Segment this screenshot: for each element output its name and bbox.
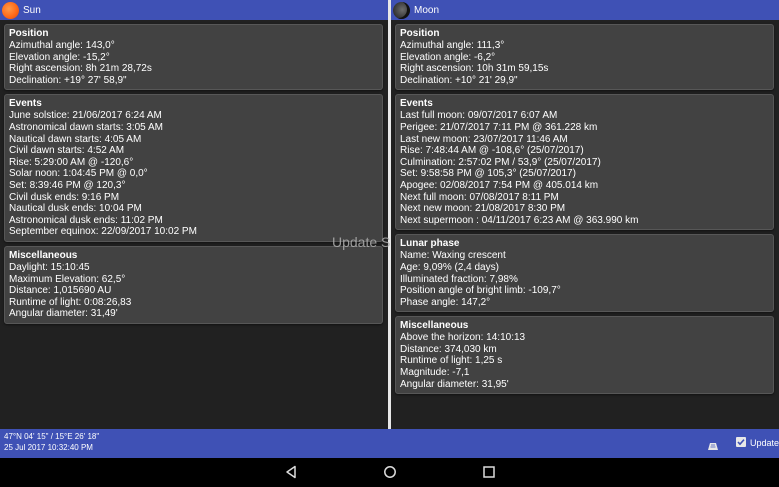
card-title: Events: [400, 98, 433, 110]
info-row: Nautical dawn starts: 4:05 AM: [9, 133, 142, 145]
moon-misc-card: Miscellaneous Above the horizon: 14:10:1…: [395, 316, 774, 395]
info-row: Azimuthal angle: 111,3°: [400, 40, 505, 51]
home-icon[interactable]: [383, 465, 397, 484]
info-row: Position angle of bright limb: -109,7°: [400, 285, 561, 297]
info-row: June solstice: 21/06/2017 6:24 AM: [9, 110, 162, 122]
info-row: Next new moon: 21/08/2017 8:30 PM: [400, 203, 566, 215]
moon-phase-card: Lunar phase Name: Waxing crescent Age: 9,…: [395, 234, 774, 313]
sun-misc-card: Miscellaneous Daylight: 15:10:45 Maximum …: [4, 245, 383, 324]
card-title: Miscellaneous: [9, 249, 78, 261]
info-row: Magnitude: -7,1: [400, 367, 470, 379]
info-row: Declination: +19° 27' 58,9": [9, 74, 127, 86]
info-row: Angular diameter: 31,95': [400, 378, 509, 390]
update-checkbox[interactable]: [736, 437, 746, 447]
info-row: Daylight: 15:10:45: [9, 261, 90, 273]
moon-position-card: Position Azimuthal angle: 111,3° Elevatio…: [395, 24, 774, 91]
info-row: Maximum Elevation: 62,5°: [9, 273, 126, 285]
location-icon[interactable]: [707, 438, 719, 456]
card-title: Position: [400, 28, 440, 39]
status-bar: 47°N 04' 15" / 15°E 26' 18" 25 Jul 2017 …: [0, 429, 779, 458]
sun-pane: Sun Position Azimuthal angle: 143,0° Elev…: [0, 0, 388, 429]
info-row: Above the horizon: 14:10:13: [400, 332, 526, 344]
info-row: Angular diameter: 31,49': [9, 308, 118, 320]
back-icon[interactable]: [284, 465, 298, 484]
card-title: Lunar phase: [400, 238, 460, 250]
info-row: Elevation angle: -6,2°: [400, 51, 496, 63]
sun-icon: [2, 1, 19, 19]
sun-events-card: Events June solstice: 21/06/2017 6:24 AM…: [4, 94, 383, 242]
info-row: Rise: 7:48:44 AM @ -108,6° (25/07/2017): [400, 145, 584, 157]
info-row: Runtime of light: 0:08:26,83: [9, 296, 132, 308]
info-row: Culmination: 2:57:02 PM / 53,9° (25/07/2…: [400, 156, 601, 168]
datetime-text: 25 Jul 2017 10:32:40 PM: [4, 443, 93, 452]
info-row: Next full moon: 07/08/2017 8:11 PM: [400, 191, 559, 203]
moon-title: Moon: [414, 4, 440, 16]
info-row: Last new moon: 23/07/2017 11:46 AM: [400, 133, 568, 145]
card-title: Position: [9, 28, 49, 39]
info-row: Right ascension: 8h 21m 28,72s: [9, 63, 152, 75]
info-row: Illuminated fraction: 7,98%: [400, 273, 518, 285]
info-row: Perigee: 21/07/2017 7:11 PM @ 361.228 km: [400, 121, 598, 133]
card-title: Miscellaneous: [400, 320, 469, 332]
info-row: Next supermoon : 04/11/2017 6:23 AM @ 36…: [400, 214, 639, 226]
info-row: Set: 9:58:58 PM @ 105,3° (25/07/2017): [400, 168, 576, 180]
info-row: Runtime of light: 1,25 s: [400, 355, 503, 367]
moon-events-card: Events Last full moon: 09/07/2017 6:07 A…: [395, 94, 774, 231]
sun-position-card: Position Azimuthal angle: 143,0° Elevatio…: [4, 24, 383, 91]
info-row: Nautical dusk ends: 10:04 PM: [9, 203, 142, 215]
info-row: Age: 9,09% (2,4 days): [400, 261, 499, 273]
coordinates-text: 47°N 04' 15" / 15°E 26' 18": [4, 432, 100, 441]
sun-title: Sun: [23, 4, 41, 16]
info-row: Elevation angle: -15,2°: [9, 51, 110, 63]
moon-icon: [393, 1, 410, 19]
info-row: Distance: 374,030 km: [400, 343, 497, 355]
info-row: Last full moon: 09/07/2017 6:07 AM: [400, 110, 558, 122]
update-label[interactable]: Update: [750, 438, 779, 448]
location-info: 47°N 04' 15" / 15°E 26' 18" 25 Jul 2017 …: [4, 431, 99, 453]
info-row: Apogee: 02/08/2017 7:54 PM @ 405.014 km: [400, 179, 599, 191]
sun-header: Sun: [0, 0, 388, 20]
card-title: Events: [9, 98, 42, 110]
recents-icon[interactable]: [482, 465, 496, 484]
info-row: Azimuthal angle: 143,0°: [9, 40, 115, 51]
moon-pane: Moon Position Azimuthal angle: 111,3° Ele…: [391, 0, 779, 429]
info-row: Declination: +10° 21' 29,9": [400, 74, 518, 86]
info-row: Right ascension: 10h 31m 59,15s: [400, 63, 549, 75]
info-row: Set: 8:39:46 PM @ 120,3°: [9, 179, 126, 191]
info-row: Astronomical dusk ends: 11:02 PM: [9, 214, 163, 226]
moon-header: Moon: [391, 0, 779, 20]
info-row: September equinox: 22/09/2017 10:02 PM: [9, 226, 197, 238]
info-row: Civil dawn starts: 4:52 AM: [9, 145, 125, 157]
info-row: Phase angle: 147,2°: [400, 296, 491, 308]
info-row: Distance: 1,015690 AU: [9, 285, 112, 297]
navigation-bar: [0, 458, 779, 487]
info-row: Name: Waxing crescent: [400, 250, 506, 262]
info-row: Rise: 5:29:00 AM @ -120,6°: [9, 156, 134, 168]
info-row: Astronomical dawn starts: 3:05 AM: [9, 121, 163, 133]
info-row: Civil dusk ends: 9:16 PM: [9, 191, 120, 203]
info-row: Solar noon: 1:04:45 PM @ 0,0°: [9, 168, 148, 180]
